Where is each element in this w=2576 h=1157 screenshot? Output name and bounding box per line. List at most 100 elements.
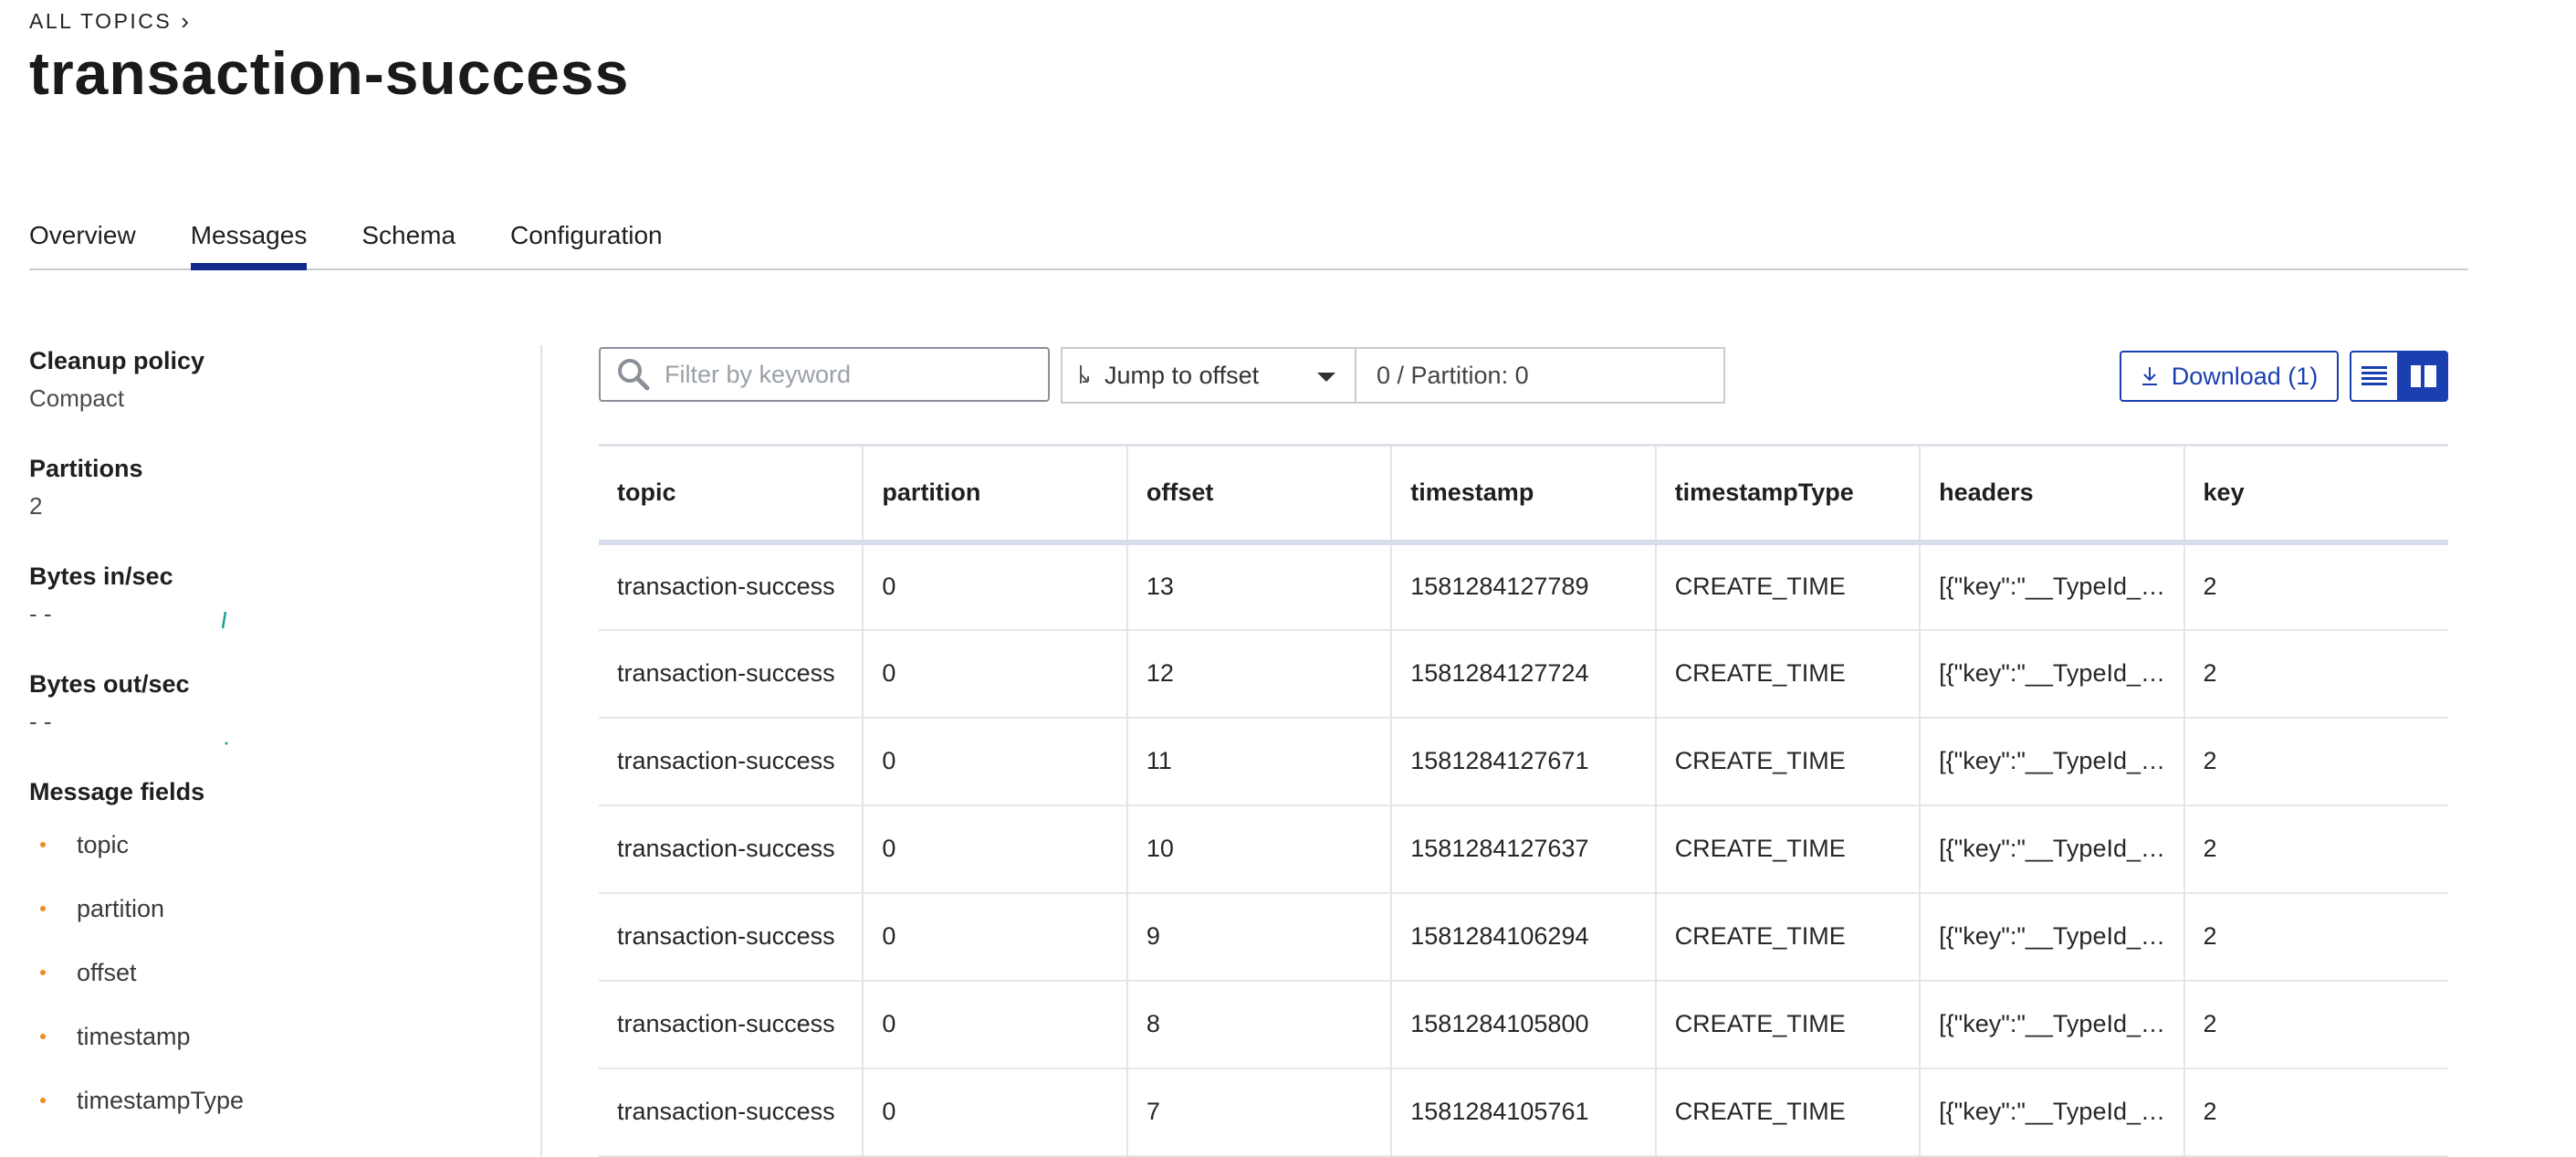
cell-offset: 10 — [1126, 805, 1393, 893]
tab-messages[interactable]: Messages — [190, 210, 307, 270]
cell-topic: transaction-success — [599, 892, 864, 981]
tab-schema[interactable]: Schema — [361, 210, 456, 267]
table-row[interactable]: transaction-success 0 9 1581284106294 CR… — [599, 892, 2448, 981]
bullet-icon — [40, 970, 46, 975]
cell-headers: [{"key":"__TypeId__",... — [1920, 629, 2185, 718]
cell-offset: 12 — [1126, 629, 1393, 718]
cell-timestamptype: CREATE_TIME — [1655, 1068, 1922, 1156]
jump-to-offset-label: Jump to offset — [1105, 361, 1260, 389]
tab-configuration[interactable]: Configuration — [510, 210, 663, 267]
view-toggle — [2350, 351, 2448, 402]
cell-offset: 8 — [1126, 980, 1393, 1068]
field-label: topic — [77, 831, 130, 858]
partitions-label: Partitions — [29, 455, 143, 482]
column-view-icon — [2411, 365, 2436, 387]
column-header-key[interactable]: key — [2184, 446, 2448, 542]
cell-key: 2 — [2203, 1098, 2217, 1125]
bullet-icon — [40, 906, 46, 911]
list-item[interactable]: timestampType — [29, 1068, 244, 1132]
cleanup-policy-label: Cleanup policy — [29, 347, 205, 374]
bullet-icon — [40, 1098, 46, 1103]
column-header-topic[interactable]: topic — [599, 445, 864, 542]
messages-grid: topic partition offset timestamp timesta… — [599, 444, 2448, 1157]
table-row[interactable]: transaction-success 0 13 1581284127789 C… — [599, 542, 2448, 630]
list-item[interactable]: timestamp — [29, 1004, 244, 1068]
breadcrumb-all-topics[interactable]: ALL TOPICS — [29, 9, 172, 34]
download-button[interactable]: Download (1) — [2120, 351, 2339, 402]
table-row[interactable]: transaction-success 0 11 1581284127671 C… — [599, 717, 2448, 805]
bytes-out-sparkline — [225, 742, 228, 745]
message-fields-label: Message fields — [29, 778, 205, 805]
cell-timestamptype: CREATE_TIME — [1655, 892, 1922, 981]
offset-input[interactable]: 0 / Partition: 0 — [1356, 347, 1725, 404]
chevron-right-icon: › — [181, 7, 189, 35]
cell-topic: transaction-success — [599, 542, 864, 630]
cell-topic: transaction-success — [599, 980, 864, 1068]
tab-overview[interactable]: Overview — [29, 210, 136, 267]
list-view-icon — [2361, 366, 2387, 385]
cell-headers: [{"key":"__TypeId__",... — [1920, 717, 2185, 805]
jump-offset-icon — [1080, 365, 1089, 384]
column-view-button[interactable] — [2399, 351, 2448, 402]
cell-key: 2 — [2203, 835, 2217, 862]
cell-timestamp: 1581284127724 — [1391, 629, 1657, 718]
table-header-row: topic partition offset timestamp timesta… — [599, 445, 2448, 542]
cell-offset: 7 — [1126, 1068, 1393, 1156]
column-header-partition[interactable]: partition — [863, 445, 1128, 542]
cell-partition: 0 — [863, 1068, 1128, 1156]
column-header-offset[interactable]: offset — [1126, 445, 1393, 542]
cell-partition: 0 — [863, 805, 1128, 893]
cell-timestamptype: CREATE_TIME — [1655, 805, 1922, 893]
list-item[interactable]: offset — [29, 941, 244, 1004]
cell-topic: transaction-success — [599, 805, 864, 893]
message-fields-section: Message fields — [29, 778, 204, 806]
partitions-section: Partitions 2 — [29, 455, 143, 521]
search-icon — [618, 359, 650, 391]
cell-timestamp: 1581284105761 — [1391, 1068, 1657, 1156]
page-title: transaction-success — [29, 39, 630, 107]
cell-key: 2 — [2203, 659, 2217, 687]
cell-partition: 0 — [863, 980, 1128, 1068]
messages-table: topic partition offset timestamp timesta… — [599, 444, 2448, 1157]
cell-partition: 0 — [863, 717, 1128, 805]
cell-headers: [{"key":"__TypeId__",... — [1920, 1068, 2185, 1156]
jump-to-offset-select[interactable]: Jump to offset — [1061, 347, 1356, 404]
bytes-in-section: Bytes in/sec - - — [29, 563, 303, 629]
table-row[interactable]: transaction-success 0 12 1581284127724 C… — [599, 629, 2448, 718]
cell-offset: 9 — [1126, 892, 1393, 981]
caret-down-icon — [1317, 373, 1335, 382]
bytes-out-section: Bytes out/sec - - — [29, 670, 303, 745]
cell-timestamp: 1581284105800 — [1391, 980, 1657, 1068]
bytes-in-sparkline — [221, 611, 227, 629]
search-box[interactable] — [599, 347, 1050, 402]
cell-timestamptype: CREATE_TIME — [1655, 980, 1922, 1068]
cell-topic: transaction-success — [599, 717, 864, 805]
cleanup-policy-value: Compact — [29, 384, 125, 412]
table-row[interactable]: transaction-success 0 7 1581284105761 CR… — [599, 1068, 2448, 1156]
column-header-timestamp[interactable]: timestamp — [1391, 445, 1657, 542]
cleanup-policy-section: Cleanup policy Compact — [29, 347, 204, 413]
table-row[interactable]: transaction-success 0 10 1581284127637 C… — [599, 805, 2448, 893]
search-input[interactable] — [663, 359, 1031, 390]
download-icon — [2141, 367, 2157, 385]
field-label: timestamp — [77, 1023, 191, 1050]
column-header-headers[interactable]: headers — [1920, 445, 2185, 542]
table-row[interactable]: transaction-success 0 8 1581284105800 CR… — [599, 980, 2448, 1068]
cell-headers: [{"key":"__TypeId__",... — [1920, 542, 2185, 630]
breadcrumb[interactable]: ALL TOPICS › — [29, 7, 189, 36]
cell-key: 2 — [2203, 922, 2217, 950]
cell-partition: 0 — [863, 629, 1128, 718]
cell-offset: 11 — [1126, 717, 1393, 805]
cell-key: 2 — [2203, 573, 2217, 600]
sidebar-divider — [540, 345, 542, 1156]
partitions-value: 2 — [29, 492, 43, 520]
list-item[interactable]: topic — [29, 813, 244, 877]
list-view-button[interactable] — [2350, 351, 2399, 402]
cell-timestamp: 1581284127671 — [1391, 717, 1657, 805]
cell-key: 2 — [2203, 1010, 2217, 1037]
column-header-timestamptype[interactable]: timestampType — [1655, 445, 1922, 542]
list-item[interactable]: partition — [29, 877, 244, 941]
bullet-icon — [40, 1034, 46, 1039]
cell-timestamp: 1581284127789 — [1391, 542, 1657, 630]
bullet-icon — [40, 842, 46, 847]
